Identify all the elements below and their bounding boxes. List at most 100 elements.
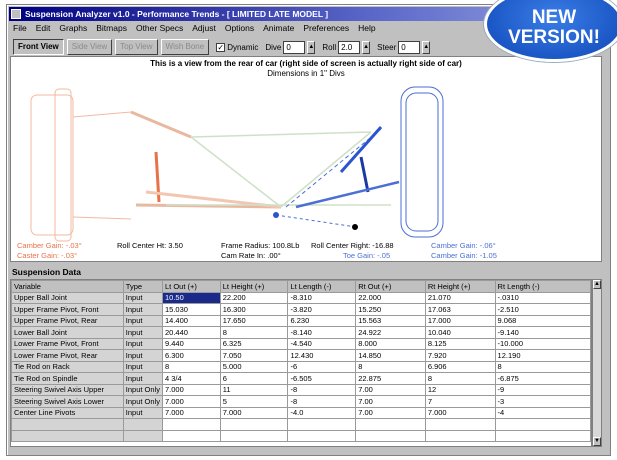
table-cell[interactable]: 7.000 [161,383,221,396]
menu-bitmaps[interactable]: Bitmaps [96,22,127,35]
table-cell[interactable]: 7.050 [219,349,289,362]
table-cell[interactable]: 7.00 [355,383,426,396]
table-cell[interactable]: -6.505 [287,372,357,385]
steer-spin-button[interactable]: ▲ [422,40,431,54]
column-header[interactable]: Lt Out (+) [161,280,221,293]
table-cell[interactable]: 22.875 [355,372,426,385]
table-cell[interactable] [494,418,591,431]
table-cell[interactable]: 6.300 [161,349,221,362]
menu-animate[interactable]: Animate [263,22,294,35]
table-cell[interactable] [424,418,496,431]
table-cell[interactable]: 7.920 [424,349,496,362]
table-cell[interactable] [424,429,496,442]
table-cell[interactable]: 7.000 [424,406,496,419]
table-cell[interactable]: 8 [219,326,289,339]
table-cell[interactable]: 15.250 [355,303,426,316]
table-cell[interactable]: 9.068 [494,314,591,327]
dynamic-checkbox[interactable]: ✓ Dynamic [216,42,258,52]
menu-adjust[interactable]: Adjust [192,22,216,35]
table-cell[interactable] [219,429,289,442]
wish-bone-button[interactable]: Wish Bone [160,39,210,55]
table-cell[interactable]: 8 [161,360,221,373]
menu-other-specs[interactable]: Other Specs [136,22,183,35]
column-header[interactable]: Rt Out (+) [355,280,426,293]
table-cell[interactable]: 8.000 [355,337,426,350]
table-cell[interactable]: 17.063 [424,303,496,316]
table-cell[interactable]: 8 [494,360,591,373]
table-cell[interactable]: -3 [494,395,591,408]
table-cell[interactable]: 8.125 [424,337,496,350]
table-row[interactable]: Lower Frame Pivot, Front Input 9.440 6.325-… [11,337,591,350]
table-cell[interactable]: 6 [219,372,289,385]
table-cell[interactable]: 9.440 [161,337,221,350]
table-cell[interactable] [161,418,221,431]
table-row[interactable]: Steering Swivel Axis Lower Input Only 7.00… [11,395,591,408]
table-cell[interactable]: 20.440 [161,326,221,339]
table-cell[interactable]: 5.000 [219,360,289,373]
menu-preferences[interactable]: Preferences [303,22,349,35]
table-cell[interactable]: 14.400 [161,314,221,327]
dive-spin-button[interactable]: ▲ [307,40,316,54]
table-row[interactable]: Lower Ball Joint Input 20.440 8 -8.140 24.922… [11,326,591,339]
table-cell[interactable] [219,418,289,431]
vertical-scrollbar[interactable]: ▲ ▼ [592,279,602,447]
table-cell[interactable]: 6.230 [287,314,357,327]
table-cell[interactable]: 7 [424,395,496,408]
app-icon[interactable] [11,9,21,19]
table-cell[interactable]: 16.300 [219,303,289,316]
top-view-button[interactable]: Top View [115,39,158,55]
menu-help[interactable]: Help [358,22,375,35]
column-header[interactable]: Type [122,280,163,293]
table-row[interactable] [11,429,591,442]
table-cell[interactable]: 6.325 [219,337,289,350]
table-cell[interactable]: -9.140 [494,326,591,339]
table-cell[interactable]: -6.875 [494,372,591,385]
column-header[interactable]: Lt Length (-) [287,280,357,293]
table-cell[interactable]: -10.000 [494,337,591,350]
table-cell[interactable] [287,429,357,442]
roll-input[interactable]: 2.0 [338,40,361,54]
steer-input[interactable]: 0 [398,40,421,54]
table-cell[interactable]: -4 [494,406,591,419]
table-cell[interactable]: -6 [287,360,357,373]
table-cell[interactable]: -4.540 [287,337,357,350]
column-header[interactable]: Lt Height (+) [219,280,289,293]
table-cell[interactable]: -8.140 [287,326,357,339]
table-cell[interactable]: 24.922 [355,326,426,339]
column-header[interactable]: Rt Height (+) [424,280,496,293]
table-cell[interactable]: -9 [494,383,591,396]
table-row[interactable]: Center Line Pivots Input 7.000 7.000 -4.0 7.0… [11,406,591,419]
dive-input[interactable]: 0 [283,40,306,54]
table-cell[interactable]: 15.563 [355,314,426,327]
table-cell[interactable]: 21.070 [424,291,496,304]
table-cell[interactable]: 7.000 [161,395,221,408]
table-cell[interactable]: 5 [219,395,289,408]
table-cell[interactable]: 11 [219,383,289,396]
table-cell[interactable]: -4.0 [287,406,357,419]
front-view-button[interactable]: Front View [13,39,64,55]
table-cell[interactable]: -8 [287,383,357,396]
column-header[interactable]: Variable [11,280,124,293]
table-cell[interactable]: 17.000 [424,314,496,327]
column-header[interactable]: Rt Length (-) [494,280,591,293]
table-cell[interactable]: 10.040 [424,326,496,339]
table-cell[interactable]: -.0310 [494,291,591,304]
table-cell[interactable]: 22.000 [355,291,426,304]
roll-spin-button[interactable]: ▲ [362,40,371,54]
table-cell[interactable]: -8.310 [287,291,357,304]
table-cell[interactable] [355,429,426,442]
table-row[interactable]: Upper Ball Joint Input 10.50 22.200 -8.310 22… [11,291,591,304]
table-cell[interactable]: -8 [287,395,357,408]
menu-edit[interactable]: Edit [36,22,51,35]
table-cell[interactable]: 12 [424,383,496,396]
table-row[interactable]: Steering Swivel Axis Upper Input Only 7.00… [11,383,591,396]
table-cell[interactable]: 15.030 [161,303,221,316]
table-cell[interactable]: 4 3/4 [161,372,221,385]
table-cell[interactable]: 6.906 [424,360,496,373]
scroll-up-icon[interactable]: ▲ [593,280,601,289]
table-cell[interactable]: 7.00 [355,395,426,408]
table-cell[interactable]: -3.820 [287,303,357,316]
table-row[interactable]: Tie Rod on Spindle Input 4 3/4 6 -6.505 22.87… [11,372,591,385]
table-cell[interactable] [161,429,221,442]
table-cell[interactable]: 7.00 [355,406,426,419]
